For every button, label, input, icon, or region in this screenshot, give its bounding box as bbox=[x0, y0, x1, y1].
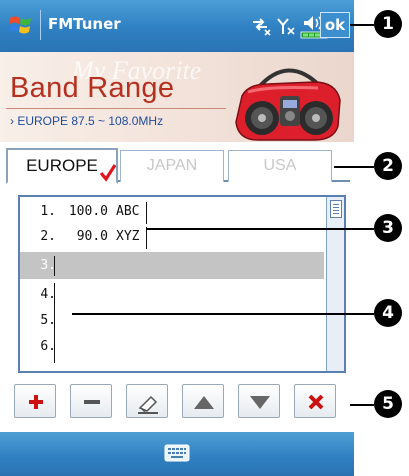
row-number: 3. bbox=[40, 258, 56, 273]
station-row[interactable]: 4. bbox=[20, 283, 324, 307]
station-row-selected[interactable]: 3. bbox=[20, 252, 324, 279]
station-list[interactable]: 1. 100.0 ABC 2. 90.0 XYZ 3. 4. 5. 6. bbox=[18, 195, 346, 373]
callout-line-2 bbox=[334, 166, 374, 168]
band-range-banner: My Favorite Band Range › EUROPE 87.5 ~ 1… bbox=[0, 52, 354, 142]
status-icons bbox=[250, 12, 328, 40]
row-divider bbox=[54, 283, 55, 363]
tab-usa[interactable]: USA bbox=[228, 150, 332, 182]
callout-3: 3 bbox=[374, 214, 402, 242]
tab-japan[interactable]: JAPAN bbox=[120, 150, 224, 182]
move-up-icon bbox=[194, 396, 214, 409]
row-station-name: ABC bbox=[116, 204, 140, 219]
row-number: 1. bbox=[40, 204, 56, 219]
station-list-items: 1. 100.0 ABC 2. 90.0 XYZ 3. 4. 5. 6. bbox=[20, 197, 324, 371]
tab-label: JAPAN bbox=[146, 157, 198, 174]
move-up-button[interactable] bbox=[182, 384, 224, 418]
column-divider bbox=[146, 202, 147, 224]
column-divider bbox=[146, 227, 147, 249]
ok-button[interactable]: ok bbox=[320, 12, 350, 38]
title-separator bbox=[40, 10, 41, 40]
row-number: 2. bbox=[40, 229, 56, 244]
row-divider bbox=[54, 256, 55, 276]
callout-1: 1 bbox=[374, 10, 402, 38]
device-screen: FMTuner ok My Favorite Band Range › EURO… bbox=[0, 0, 354, 476]
callout-line-5 bbox=[350, 404, 374, 406]
move-down-icon bbox=[250, 396, 270, 409]
row-frequency: 100.0 bbox=[68, 204, 108, 219]
tab-label: USA bbox=[263, 157, 297, 174]
app-title: FMTuner bbox=[48, 15, 121, 33]
callout-4: 4 bbox=[374, 299, 402, 327]
station-toolbar bbox=[14, 384, 350, 420]
bottom-menu-bar bbox=[0, 432, 354, 476]
scroll-thumb[interactable] bbox=[330, 200, 342, 218]
tab-europe[interactable]: EUROPE bbox=[6, 148, 118, 184]
station-row[interactable]: 6. bbox=[20, 335, 324, 359]
move-down-button[interactable] bbox=[238, 384, 280, 418]
windows-start-icon[interactable] bbox=[8, 12, 34, 38]
row-number: 5. bbox=[40, 313, 56, 328]
banner-rule bbox=[6, 108, 226, 109]
callout-line-1 bbox=[350, 24, 374, 26]
delete-all-icon bbox=[308, 394, 324, 410]
row-number: 4. bbox=[40, 287, 56, 302]
list-scrollbar[interactable] bbox=[326, 197, 344, 371]
station-row[interactable]: 1. 100.0 ABC bbox=[20, 200, 324, 224]
signal-icon[interactable] bbox=[276, 16, 296, 36]
remove-icon bbox=[84, 400, 100, 404]
tab-label: EUROPE bbox=[26, 156, 98, 175]
row-number: 6. bbox=[40, 339, 56, 354]
remove-button[interactable] bbox=[70, 384, 112, 418]
row-frequency: 90.0 bbox=[76, 229, 108, 244]
edit-button[interactable] bbox=[126, 384, 168, 418]
checkmark-icon bbox=[100, 164, 116, 182]
add-button[interactable] bbox=[14, 384, 56, 418]
connectivity-icon[interactable] bbox=[250, 16, 272, 36]
banner-title: Band Range bbox=[10, 72, 175, 104]
callout-2: 2 bbox=[374, 152, 402, 180]
keyboard-icon[interactable] bbox=[164, 442, 190, 464]
band-range-readout: › EUROPE 87.5 ~ 108.0MHz bbox=[10, 114, 164, 128]
callout-line-4 bbox=[72, 313, 374, 315]
band-tabs: EUROPE JAPAN USA bbox=[6, 148, 350, 184]
callout-5: 5 bbox=[374, 390, 402, 418]
edit-icon bbox=[138, 395, 158, 414]
boombox-radio-icon bbox=[235, 68, 341, 141]
title-bar: FMTuner ok bbox=[0, 0, 354, 52]
callout-line-3 bbox=[146, 228, 374, 230]
row-station-name: XYZ bbox=[116, 229, 140, 244]
add-icon bbox=[29, 395, 43, 409]
delete-all-button[interactable] bbox=[294, 384, 336, 418]
